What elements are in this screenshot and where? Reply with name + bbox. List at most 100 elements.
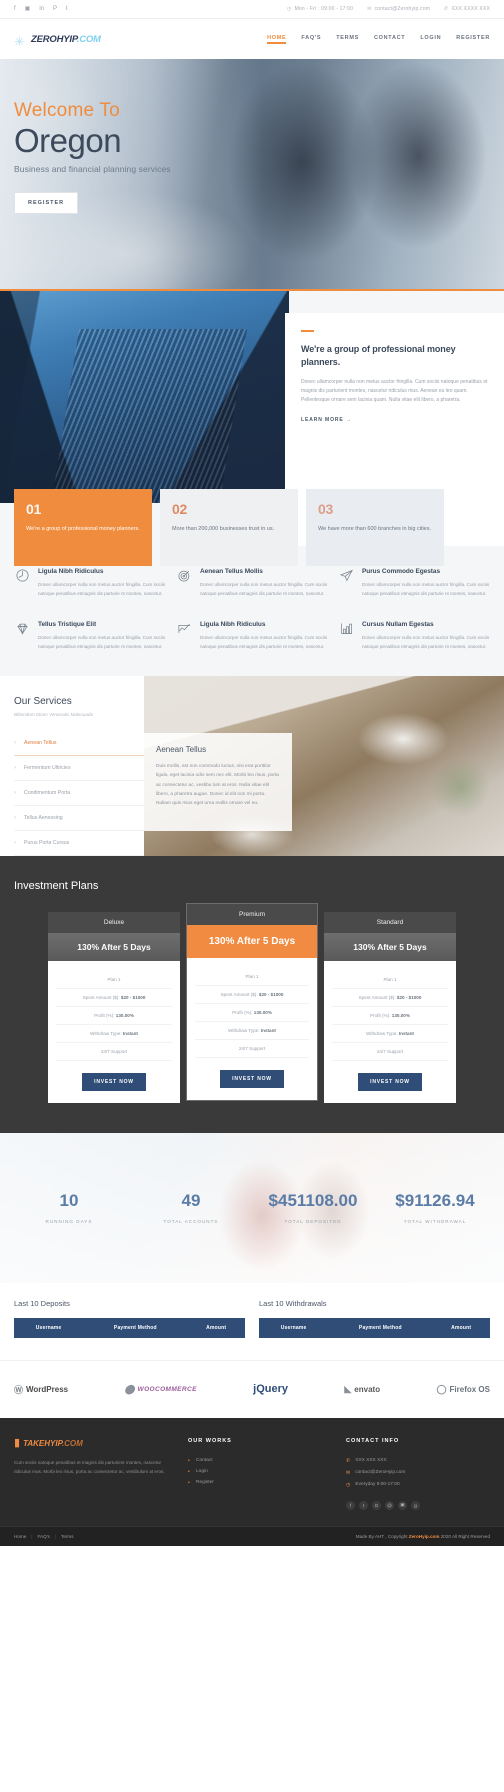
nav-item-login[interactable]: LOGIN — [420, 35, 441, 44]
table-header-row: Username Payment Method Amount — [14, 1317, 245, 1338]
feature-item: Purus Commodo Egestas Donec ullamcorper … — [338, 568, 490, 599]
brand-woocommerce: ⬤ WOOCOMMERCE — [124, 1384, 196, 1395]
brand-label: Firefox OS — [449, 1384, 490, 1394]
nav-item-terms[interactable]: TERMS — [336, 35, 359, 44]
number-box-02-number: 02 — [172, 501, 187, 517]
col-username: Username — [259, 1317, 329, 1338]
stat-value: $91126.94 — [395, 1190, 475, 1210]
services-photo: Aenean Tellus Duis mollis, est non commo… — [144, 675, 504, 856]
nav-item-faqs[interactable]: FAQ'S — [301, 35, 321, 44]
footer-contact-title: CONTACT INFO — [346, 1437, 400, 1444]
twitter-icon[interactable]: t — [359, 1500, 368, 1510]
copyright-bar: Home | FAQ's | Terms Made By AHT , Copyr… — [0, 1525, 504, 1546]
footer-link-register[interactable]: Register — [188, 1477, 332, 1488]
copy-link-faqs[interactable]: FAQ's — [37, 1534, 49, 1539]
brand-envato: ◣ envato — [344, 1384, 380, 1395]
plan-name: Deluxe — [48, 911, 180, 933]
about-section: We're a group of professional money plan… — [0, 291, 504, 566]
hero-content: Welcome To Oregon Business and financial… — [0, 59, 504, 214]
copy-link-home[interactable]: Home — [14, 1534, 26, 1539]
divider: | — [54, 1533, 57, 1539]
services-left: Our Services Bibendum Etiam Venenatis Ma… — [14, 696, 144, 856]
logo-snowflake-icon — [14, 33, 27, 46]
feature-title: Ligula Nibh Ridiculus — [200, 620, 266, 628]
envelope-icon: ✉ — [346, 1469, 351, 1476]
linkedin-square-icon[interactable]: ▣ — [25, 6, 31, 12]
invest-now-button-deluxe[interactable]: INVEST NOW — [82, 1072, 146, 1091]
copy-link-terms[interactable]: Terms — [61, 1534, 74, 1539]
feature-text: Donec ullamcorper nulla non metus auctor… — [362, 634, 490, 649]
github-icon[interactable]: g — [411, 1500, 420, 1510]
feature-item: Ligula Nibh Ridiculus Donec ullamcorper … — [14, 568, 166, 599]
plans-row: Deluxe 130% After 5 Days Plan 1 Spent Am… — [14, 902, 490, 1103]
envelope-icon: ✉ — [367, 6, 372, 12]
service-item-purus-porta-cursus[interactable]: Purus Porta Cursus — [14, 831, 144, 856]
nav-item-home[interactable]: HOME — [267, 35, 287, 44]
service-item-condimentum-porta[interactable]: Condimentum Porta — [14, 781, 144, 806]
hero-register-button[interactable]: REGISTER — [14, 191, 79, 214]
footer-link-login[interactable]: Login — [188, 1466, 332, 1477]
twitter-icon[interactable]: t — [66, 6, 68, 12]
brand-jquery: jQuery — [253, 1383, 288, 1395]
divider: | — [31, 1533, 33, 1539]
col-payment-method: Payment Method — [328, 1317, 433, 1338]
service-item-tellus-aenessing[interactable]: Tellus Aenessing — [14, 806, 144, 831]
topbar-phone[interactable]: ✆ XXX XXXX XXX — [444, 6, 490, 12]
deposits-table: Username Payment Method Amount — [14, 1317, 245, 1338]
withdrawals-table: Username Payment Method Amount — [259, 1317, 490, 1338]
last-deposits-block: Last 10 Deposits Username Payment Method… — [14, 1299, 245, 1338]
topbar-email[interactable]: ✉ contact@Zerohyip.com — [367, 6, 430, 12]
footer-link-contact[interactable]: Contact — [188, 1455, 332, 1466]
footer-about-col: ▮ TAKEHYIP.COM Cum sociis natoque penati… — [14, 1437, 174, 1510]
plan-row-support: 24/7 Support — [332, 1043, 448, 1061]
pinterest-icon[interactable]: @ — [385, 1500, 394, 1510]
facebook-icon[interactable]: f — [346, 1500, 355, 1510]
hero-welcome-text: Welcome To — [14, 100, 120, 121]
plan-row-profit: Profit (%): 130.00% — [195, 1004, 309, 1022]
footer-logo[interactable]: ▮ TAKEHYIP.COM — [14, 1437, 174, 1449]
plan-row-withdraw: Withdraw Type: Instant — [56, 1025, 172, 1043]
nav-item-contact[interactable]: CONTACT — [374, 35, 405, 44]
footer-email-text: contact@ZeroHyip.com — [355, 1470, 406, 1476]
google-plus-icon[interactable]: G — [372, 1500, 381, 1510]
linkedin-icon[interactable]: ▣ — [398, 1500, 407, 1510]
woocommerce-icon: ⬤ — [124, 1383, 135, 1394]
brand-label: WOOCOMMERCE — [137, 1385, 197, 1393]
topbar-phone-text: XXX XXXX XXX — [451, 6, 490, 12]
logo-text: ZEROHYIP.COM — [31, 33, 101, 45]
service-detail-title: Aenean Tellus — [156, 744, 207, 754]
clock-pie-icon — [14, 568, 30, 584]
invest-now-button-standard[interactable]: INVEST NOW — [358, 1072, 422, 1091]
linkedin-icon[interactable]: in — [39, 6, 44, 12]
about-heading: We're a group of professional money plan… — [301, 343, 456, 367]
number-box-02: 02 More than 200,000 businesses trust in… — [160, 489, 298, 566]
hero-title: Oregon — [14, 121, 122, 159]
footer-logo-text: TAKEHYIP.COM — [23, 1438, 83, 1448]
facebook-icon[interactable]: f — [14, 6, 16, 12]
plan-row-spent: Spent Amount ($): $20 - $1000 — [195, 986, 309, 1004]
service-item-fermentum-ultricies[interactable]: Fermentum Ultricies — [14, 756, 144, 781]
service-detail-text: Duis mollis, est non commodo luctus, nis… — [156, 763, 279, 807]
stats-row: 10 RUNNING DAYS 49 TOTAL ACCOUNTS $45110… — [0, 1133, 504, 1283]
feature-title: Cursus Nullam Egestas — [362, 620, 434, 628]
feature-item: Tellus Tristique Elit Donec ullamcorper … — [14, 621, 166, 652]
stat-value: $451108.00 — [268, 1190, 358, 1210]
pinterest-icon[interactable]: P — [53, 6, 57, 12]
brand-firefox-os: ◯ Firefox OS — [436, 1384, 490, 1395]
last-withdrawals-title: Last 10 Withdrawals — [259, 1298, 327, 1308]
invest-now-button-premium[interactable]: INVEST NOW — [220, 1069, 284, 1088]
footer-email[interactable]: ✉ contact@ZeroHyip.com — [346, 1467, 490, 1479]
site-header: ZEROHYIP.COM HOME FAQ'S TERMS CONTACT LO… — [0, 19, 504, 59]
site-logo[interactable]: ZEROHYIP.COM — [14, 33, 101, 46]
footer-works-col: OUR WORKS Contact Login Register — [188, 1438, 332, 1510]
learn-more-link[interactable]: LEARN MORE → — [301, 417, 352, 423]
plan-name: Standard — [324, 911, 456, 933]
service-item-aenean-tellus[interactable]: Aenean Tellus — [14, 731, 144, 756]
nav-item-register[interactable]: REGISTER — [456, 35, 490, 44]
footer-hours: ◷ Everyday 9:00-17:00 — [346, 1479, 490, 1491]
topbar-info: ◷ Mon - Fri : 09:00 - 17:00 ✉ contact@Ze… — [287, 6, 490, 12]
plan-row-support: 24/7 Support — [195, 1040, 309, 1058]
stat-label: TOTAL WITHDRAWAL — [403, 1218, 467, 1224]
plans-heading: Investment Plans — [14, 879, 99, 892]
feature-item: Ligula Nibh Ridiculus Donec ullamcorper … — [176, 621, 328, 652]
